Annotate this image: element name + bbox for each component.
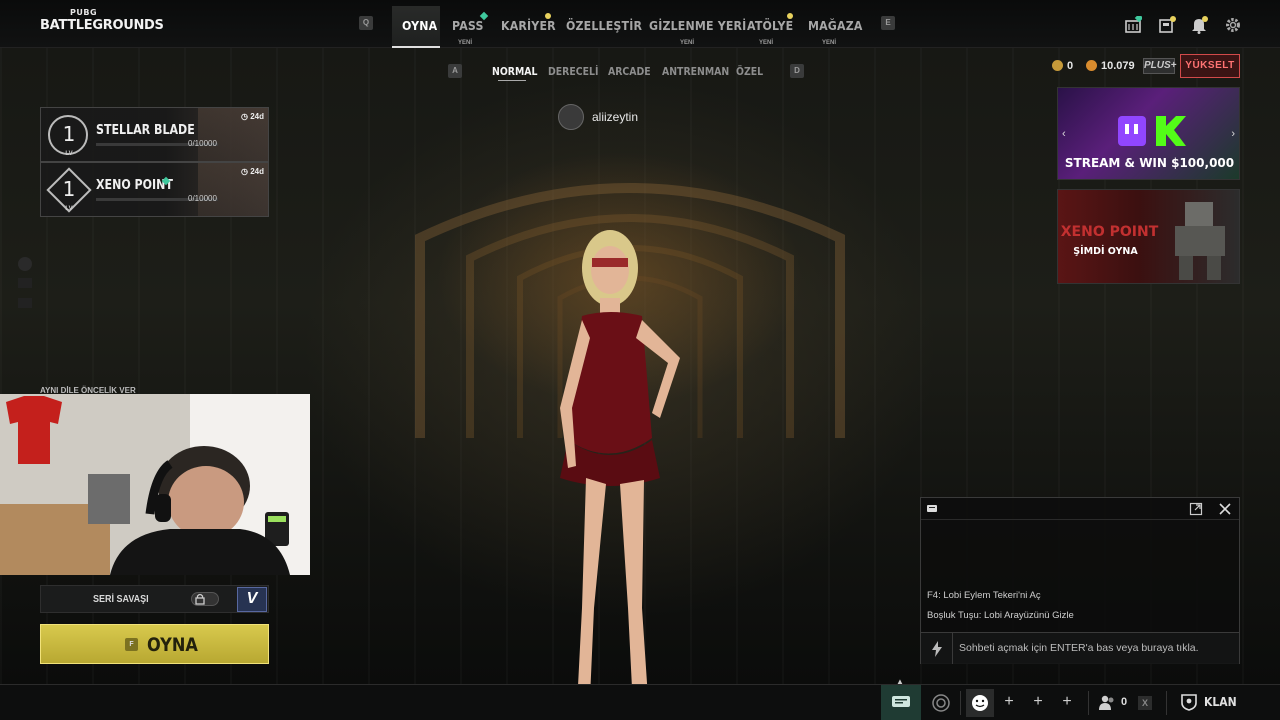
tab-play[interactable]: OYNA [402, 8, 437, 48]
chat-bubble-icon [927, 505, 937, 512]
promo-xeno-point-banner[interactable]: XENO POINT ŞİMDİ OYNA [1057, 189, 1240, 284]
nav-next-key[interactable]: E [881, 16, 895, 30]
promo-stream-text: STREAM & WIN $100,000 [1064, 156, 1235, 170]
pass-lv-label: LV [65, 151, 73, 157]
mode-ranked[interactable]: DERECELİ [548, 65, 598, 78]
self-slot[interactable] [966, 689, 994, 717]
gcoin-icon [1052, 60, 1063, 71]
mode-training[interactable]: ANTRENMAN [662, 65, 729, 78]
chat-hint-line: Boşluk Tuşu: Lobi Arayüzünü Gizle [927, 610, 1074, 621]
tab-store-badge: YENİ [821, 40, 837, 46]
pass-time-remaining: ◷ 24d [241, 112, 264, 121]
workshop-notification-dot-icon [787, 13, 793, 19]
ready-status-icon[interactable] [931, 693, 951, 713]
pass-level: 1 [62, 122, 76, 146]
chat-input-field[interactable]: Sohbeti açmak için ENTER'a bas veya bura… [921, 632, 1239, 664]
v-button[interactable]: V [237, 587, 267, 612]
squad-slot-icon[interactable] [18, 257, 32, 271]
mode-normal[interactable]: NORMAL [492, 65, 537, 78]
friends-online-count: 0 [1121, 696, 1128, 708]
top-navigation-bar: PUBG BATTLEGROUNDS Q OYNA PASS YENİ KARİ… [0, 0, 1280, 48]
webcam-image [0, 394, 310, 575]
pass-time-remaining: ◷ 24d [241, 167, 264, 176]
invite-slot-button[interactable]: + [1054, 689, 1080, 715]
chat-panel: F4: Lobi Eylem Tekeri'ni Aç Boşluk Tuşu:… [920, 497, 1240, 664]
streak-lock-toggle[interactable] [191, 592, 219, 606]
chat-icon [892, 696, 910, 707]
close-icon[interactable] [1218, 502, 1232, 516]
x-key-hint[interactable]: X [1138, 696, 1152, 710]
pass-progress-text: 0/10000 [188, 194, 217, 203]
pass-progress-text: 0/10000 [188, 139, 217, 148]
clan-icon[interactable] [1180, 693, 1198, 711]
expand-icon[interactable] [1189, 502, 1203, 516]
friends-icon[interactable] [1098, 695, 1116, 711]
tab-customize[interactable]: ÖZELLEŞTİR [566, 8, 642, 48]
tab-workshop-badge: YENİ [758, 40, 774, 46]
chat-input-placeholder: Sohbeti açmak için ENTER'a bas veya bura… [959, 642, 1199, 654]
divider [960, 691, 961, 715]
pass-stellar-blade[interactable]: 1 LV STELLAR BLADE 0/10000 ◷ 24d [40, 107, 269, 162]
lock-icon [195, 593, 205, 605]
bottom-bar: ▲ + + + 0 X KLAN [0, 677, 1280, 720]
promo-next-arrow-icon[interactable]: › [1231, 128, 1235, 140]
promo-stream-win-banner[interactable]: ‹ › STREAM & WIN $100,000 [1057, 87, 1240, 180]
squad-slot-icon[interactable] [18, 278, 32, 288]
news-icon[interactable] [1158, 16, 1176, 34]
play-button-label: OYNA [147, 634, 198, 656]
upgrade-button[interactable]: YÜKSELT [1180, 54, 1240, 78]
mode-arcade[interactable]: ARCADE [608, 65, 651, 78]
bp-coin-icon [1086, 60, 1097, 71]
streak-battle-label: SERİ SAVAŞI [93, 594, 149, 605]
pass-level: 1 [62, 177, 76, 201]
play-button[interactable]: F OYNA [40, 624, 269, 664]
streak-battle-row[interactable]: SERİ SAVAŞI V [40, 585, 269, 613]
clan-label[interactable]: KLAN [1204, 695, 1237, 709]
lightning-icon [932, 641, 942, 657]
smiley-avatar-icon [972, 695, 988, 711]
nav-prev-key[interactable]: Q [359, 16, 373, 30]
settings-gear-icon[interactable] [1224, 16, 1242, 34]
player-character [560, 230, 680, 700]
pass-title: STELLAR BLADE [96, 123, 195, 138]
play-key-hint: F [125, 638, 138, 651]
divider [1166, 691, 1167, 715]
pubg-logo: PUBG BATTLEGROUNDS [40, 8, 164, 33]
storage-icon[interactable] [1124, 16, 1142, 34]
invite-slot-button[interactable]: + [996, 689, 1022, 715]
divider [1088, 691, 1089, 715]
bp-balance[interactable]: 10.079 [1086, 60, 1135, 72]
mode-active-underline [498, 80, 526, 81]
notification-bell-icon[interactable] [1190, 16, 1208, 34]
chat-toggle-button[interactable] [881, 685, 921, 720]
pass-lv-label: LV [65, 206, 73, 212]
streamer-webcam-overlay [0, 394, 310, 575]
pass-xeno-point[interactable]: 1 LV XENO POINT 0/10000 ◷ 24d [40, 162, 269, 217]
mech-soldier-art [1175, 202, 1225, 280]
chat-header [921, 498, 1239, 520]
plus-badge[interactable]: PLUS+ [1143, 58, 1177, 74]
invite-slot-button[interactable]: + [1025, 689, 1051, 715]
mode-next-key[interactable]: D [790, 64, 804, 78]
squad-slot-icon[interactable] [18, 298, 32, 308]
tab-hideout-badge: YENİ [679, 40, 695, 46]
promo-prev-arrow-icon[interactable]: ‹ [1062, 128, 1066, 140]
mode-custom[interactable]: ÖZEL [736, 65, 763, 78]
chat-hint-line: F4: Lobi Eylem Tekeri'ni Aç [927, 590, 1041, 601]
tab-pass-badge: YENİ [457, 40, 473, 46]
mode-prev-key[interactable]: A [448, 64, 462, 78]
player-name: aliizeytin [592, 110, 639, 124]
tab-hideout[interactable]: GİZLENME YERİ [649, 8, 746, 48]
gcoin-balance[interactable]: 0 [1052, 60, 1073, 72]
chat-quick-actions[interactable] [921, 633, 953, 664]
career-notification-dot-icon [545, 13, 551, 19]
avatar [558, 104, 584, 130]
